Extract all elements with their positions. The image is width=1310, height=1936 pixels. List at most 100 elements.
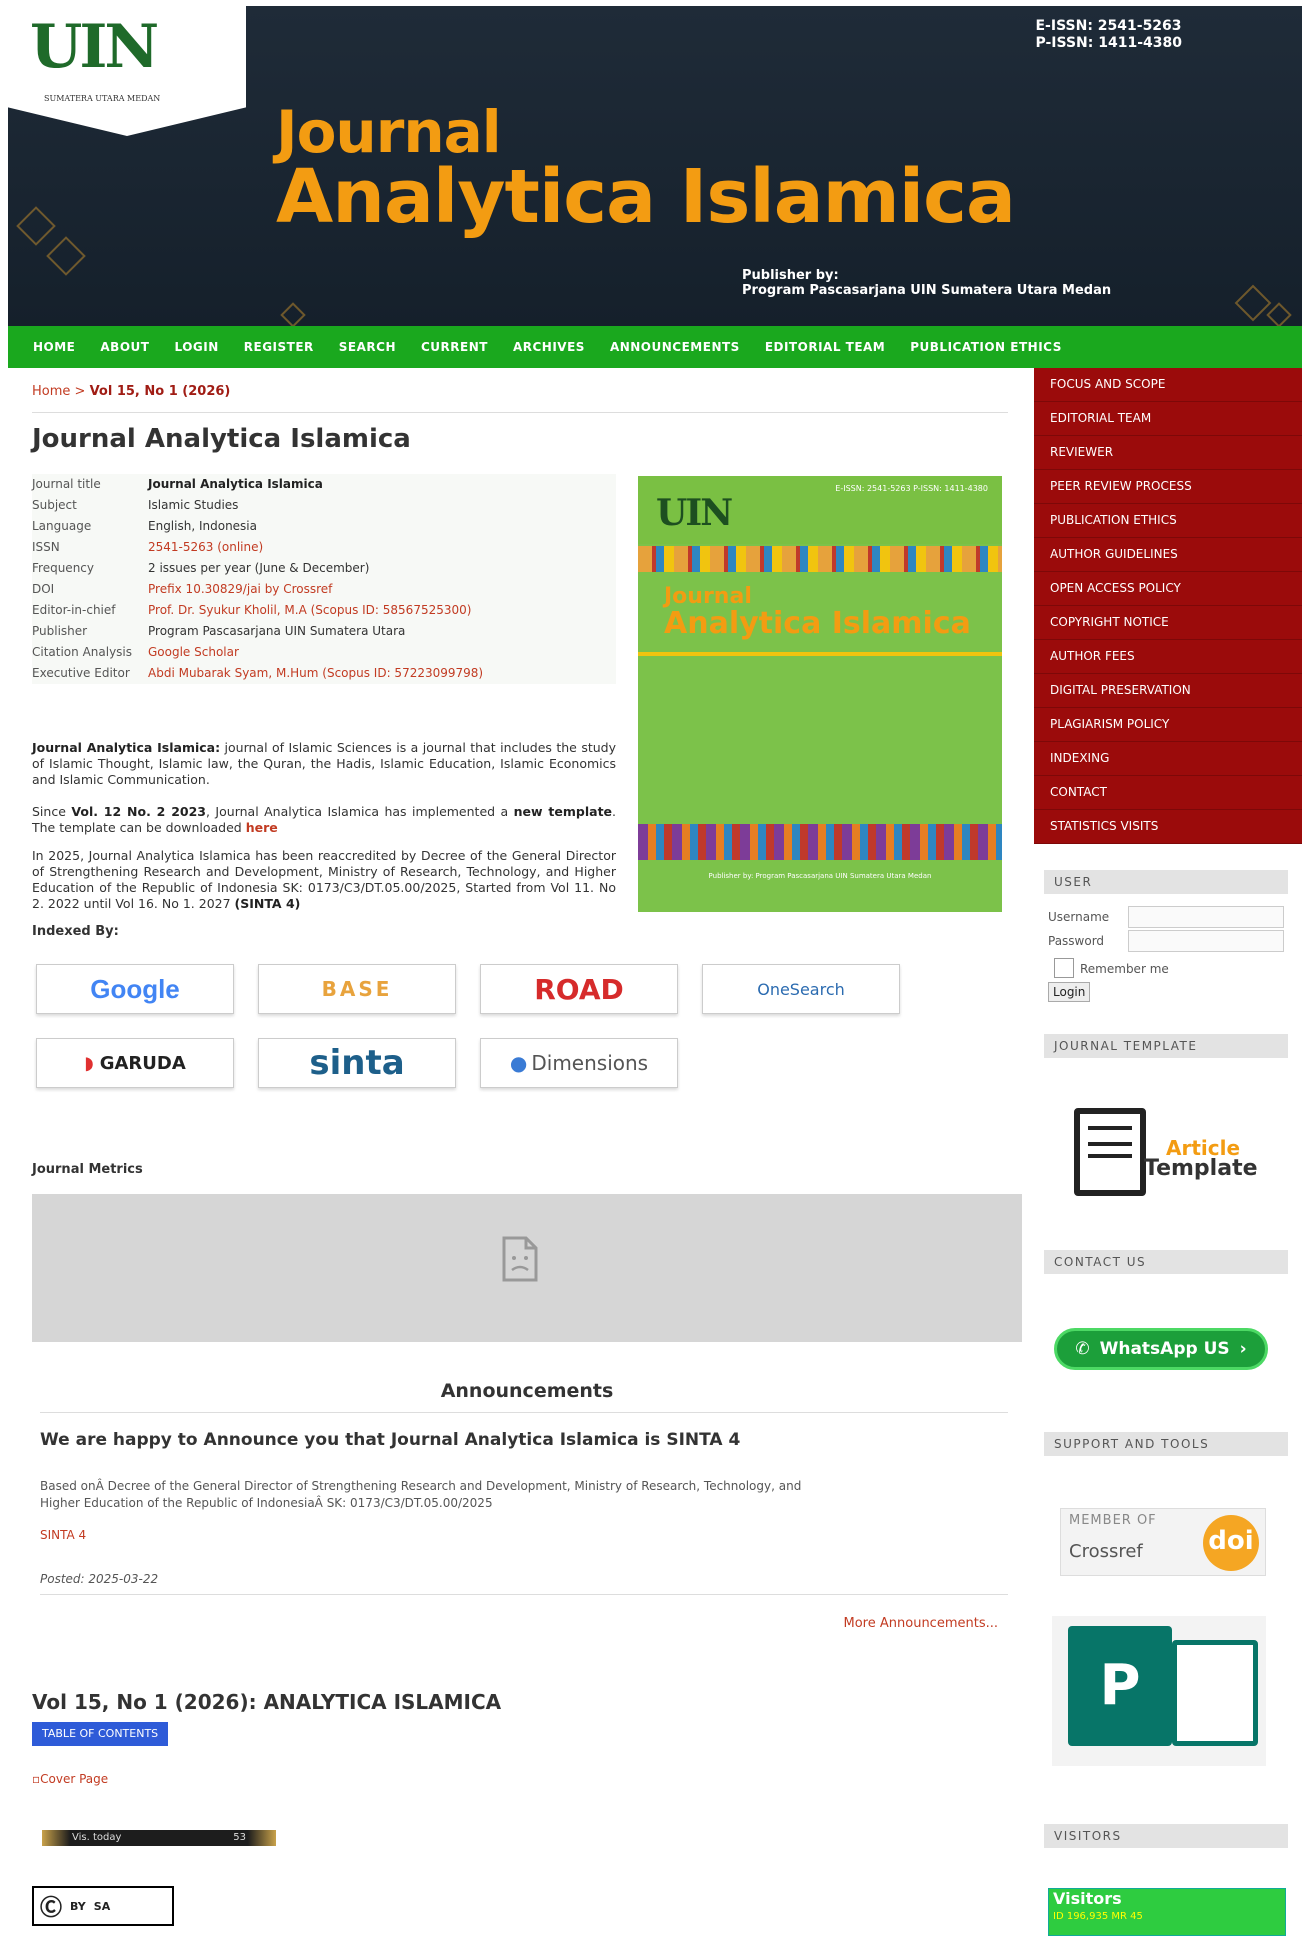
badge-label: GARUDA — [99, 1052, 186, 1074]
badge-label: ROAD — [534, 972, 624, 1006]
sinta-badge[interactable]: sinta — [258, 1038, 456, 1088]
user-block-title: USER — [1044, 870, 1288, 894]
issn-link[interactable]: 2541-5263 (online) — [148, 537, 616, 555]
breadcrumb: Home > Vol 15, No 1 (2026) — [32, 384, 230, 399]
whatsapp-icon: ✆ — [1075, 1339, 1090, 1359]
badge-label: Google — [90, 973, 180, 1004]
sidebar-item-copyright[interactable]: COPYRIGHT NOTICE — [1034, 606, 1302, 640]
info-row: Language English, Indonesia — [32, 516, 616, 537]
cover-title-line2: Analytica Islamica — [664, 606, 971, 641]
sidebar-item-reviewer[interactable]: REVIEWER — [1034, 436, 1302, 470]
template-download-link[interactable]: here — [246, 820, 278, 835]
crossref-member-badge[interactable]: MEMBER OF Crossref doi — [1060, 1508, 1266, 1576]
nav-current[interactable]: CURRENT — [421, 340, 488, 354]
journal-template-title: JOURNAL TEMPLATE — [1044, 1034, 1288, 1058]
visitors-title: VISITORS — [1044, 1824, 1288, 1848]
sidebar-item-peer-review[interactable]: PEER REVIEW PROCESS — [1034, 470, 1302, 504]
sidebar-item-open-access[interactable]: OPEN ACCESS POLICY — [1034, 572, 1302, 606]
sidebar-item-publication-ethics[interactable]: PUBLICATION ETHICS — [1034, 504, 1302, 538]
password-label: Password — [1048, 934, 1105, 948]
road-badge[interactable]: ROAD — [480, 964, 678, 1014]
about-lead: Journal Analytica Islamica: — [32, 740, 221, 755]
nav-search[interactable]: SEARCH — [339, 340, 396, 354]
info-row: Citation Analysis Google Scholar — [32, 642, 616, 663]
google-badge[interactable]: Google — [36, 964, 234, 1014]
executive-editor-link[interactable]: Abdi Mubarak Syam, M.Hum (Scopus ID: 572… — [148, 663, 616, 681]
publisher-label: Publisher by: — [742, 268, 839, 283]
google-scholar-link[interactable]: Google Scholar — [148, 642, 616, 660]
sidebar-item-author-guidelines[interactable]: AUTHOR GUIDELINES — [1034, 538, 1302, 572]
more-announcements-link[interactable]: More Announcements... — [844, 1616, 998, 1631]
sidebar-item-digital-preservation[interactable]: DIGITAL PRESERVATION — [1034, 674, 1302, 708]
announcement-posted-date: Posted: 2025-03-22 — [40, 1572, 159, 1586]
visitors-label: Visitors — [1053, 1889, 1122, 1908]
base-badge[interactable]: BASE — [258, 964, 456, 1014]
support-tools-title: SUPPORT AND TOOLS — [1044, 1432, 1288, 1456]
logo[interactable]: UIN SUMATERA UTARA MEDAN — [8, 6, 246, 136]
cover-page-image[interactable]: ▫Cover Page — [32, 1772, 108, 1786]
cover-rule — [638, 652, 1002, 656]
current-issue-title: Vol 15, No 1 (2026): ANALYTICA ISLAMICA — [32, 1690, 502, 1714]
cc-license-badge[interactable]: Ⓒ BY SA — [32, 1886, 174, 1926]
remember-me-label: Remember me — [1080, 962, 1169, 976]
announcements-heading: Announcements — [440, 1380, 614, 1402]
counter-value: 53 — [233, 1832, 246, 1843]
nav-announcements[interactable]: ANNOUNCEMENTS — [610, 340, 740, 354]
info-row: ISSN 2541-5263 (online) — [32, 537, 616, 558]
breadcrumb-home[interactable]: Home — [32, 384, 70, 399]
password-input[interactable] — [1128, 930, 1284, 952]
about-paragraph: Journal Analytica Islamica: journal of I… — [32, 740, 616, 788]
nav-archives[interactable]: ARCHIVES — [513, 340, 585, 354]
main-nav: HOME ABOUT LOGIN REGISTER SEARCH CURRENT… — [8, 326, 1302, 368]
info-value: English, Indonesia — [148, 519, 257, 533]
sidebar-item-author-fees[interactable]: AUTHOR FEES — [1034, 640, 1302, 674]
broken-image-icon — [502, 1236, 538, 1282]
dimensions-badge[interactable]: ● Dimensions — [480, 1038, 678, 1088]
header-banner: UIN SUMATERA UTARA MEDAN E-ISSN: 2541-52… — [8, 6, 1302, 326]
breadcrumb-current[interactable]: Vol 15, No 1 (2026) — [90, 384, 231, 399]
login-button[interactable]: Login — [1048, 982, 1091, 1002]
sinta-grade: (SINTA 4) — [234, 896, 301, 911]
info-label: Publisher — [32, 624, 88, 638]
remember-me-checkbox[interactable] — [1054, 958, 1074, 978]
doi-link[interactable]: Prefix 10.30829/jai by Crossref — [148, 579, 616, 597]
text: Since — [32, 804, 72, 819]
nav-login[interactable]: LOGIN — [174, 340, 218, 354]
info-label: Subject — [32, 498, 77, 512]
nav-home[interactable]: HOME — [33, 340, 75, 354]
sidebar-item-statistics[interactable]: STATISTICS VISITS — [1034, 810, 1302, 844]
announcement-sinta-link[interactable]: SINTA 4 — [40, 1528, 86, 1542]
journal-metrics-embed — [32, 1194, 1022, 1342]
sidebar-item-focus-and-scope[interactable]: FOCUS AND SCOPE — [1034, 368, 1302, 402]
ornament — [46, 236, 86, 276]
nav-publication-ethics[interactable]: PUBLICATION ETHICS — [910, 340, 1062, 354]
publisher-app-icon[interactable]: P — [1052, 1616, 1266, 1766]
table-of-contents-button[interactable]: TABLE OF CONTENTS — [32, 1722, 169, 1746]
whatsapp-button[interactable]: ✆ WhatsApp US › — [1054, 1328, 1268, 1370]
nav-about[interactable]: ABOUT — [100, 340, 149, 354]
sidebar-item-editorial-team[interactable]: EDITORIAL TEAM — [1034, 402, 1302, 436]
info-value: 2 issues per year (June & December) — [148, 561, 370, 575]
sidebar-item-contact[interactable]: CONTACT — [1034, 776, 1302, 810]
cover-logo: UIN — [656, 492, 733, 534]
visit-counter: Vis. today 53 — [42, 1830, 276, 1846]
sidebar-item-plagiarism[interactable]: PLAGIARISM POLICY — [1034, 708, 1302, 742]
info-label: DOI — [32, 582, 55, 596]
divider — [40, 1412, 1008, 1413]
username-input[interactable] — [1128, 906, 1284, 928]
nav-register[interactable]: REGISTER — [244, 340, 314, 354]
publisher-name: Program Pascasarjana UIN Sumatera Utara … — [742, 283, 1112, 298]
announcement-text: Based onÂ Decree of the General Director… — [40, 1479, 802, 1510]
info-label: Citation Analysis — [32, 645, 133, 659]
journal-cover-image[interactable]: UIN E-ISSN: 2541-5263 P-ISSN: 1411-4380 … — [638, 476, 1002, 912]
sidebar-item-indexing[interactable]: INDEXING — [1034, 742, 1302, 776]
editor-in-chief-link[interactable]: Prof. Dr. Syukur Kholil, M.A (Scopus ID:… — [148, 600, 616, 618]
info-row: Executive Editor Abdi Mubarak Syam, M.Hum… — [32, 663, 616, 684]
announcement-title[interactable]: We are happy to Announce you that Journa… — [40, 1430, 740, 1450]
nav-editorial-team[interactable]: EDITORIAL TEAM — [765, 340, 885, 354]
member-of-text: MEMBER OF — [1069, 1513, 1157, 1528]
e-issn: E-ISSN: 2541-5263 — [1035, 18, 1182, 34]
garuda-badge[interactable]: ◗ GARUDA — [36, 1038, 234, 1088]
badge-label: Dimensions — [531, 1051, 649, 1075]
onesearch-badge[interactable]: OneSearch — [702, 964, 900, 1014]
